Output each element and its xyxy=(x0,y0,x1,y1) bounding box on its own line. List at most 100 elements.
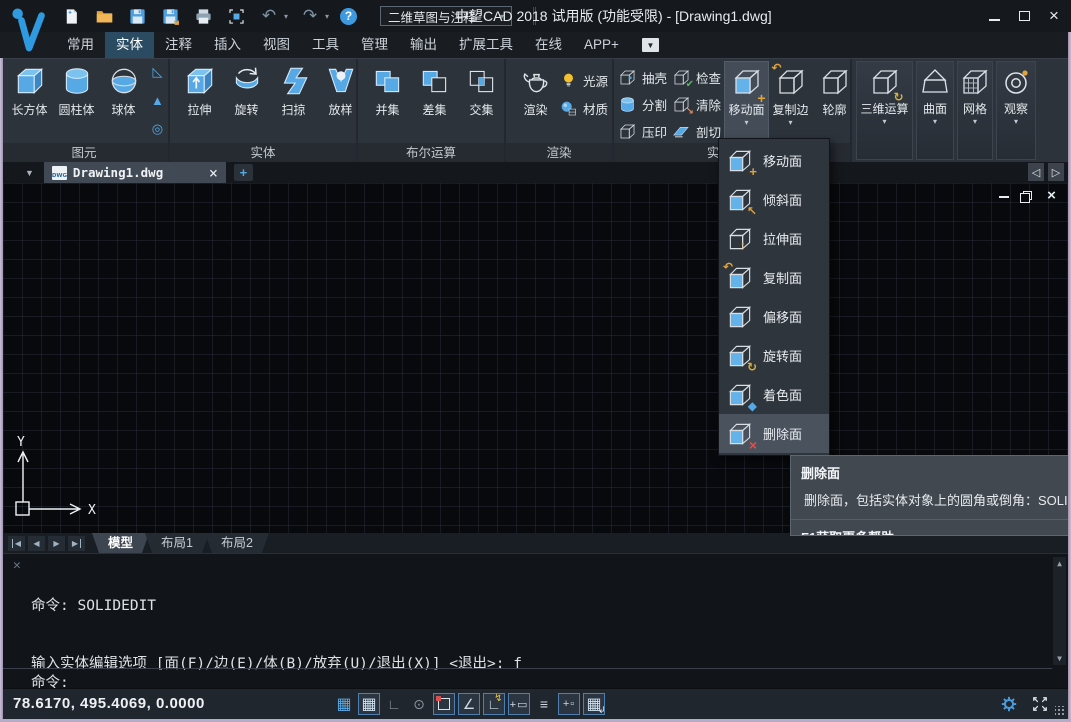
tab-view[interactable]: 视图 xyxy=(252,32,301,58)
move-face-dropdown-icon[interactable]: ▾ xyxy=(744,118,748,127)
clean-button[interactable]: ↘ 清除 xyxy=(672,92,724,116)
drawing-minimize-icon[interactable] xyxy=(997,189,1010,201)
snap-toggle[interactable]: ▦ xyxy=(333,693,355,715)
lineweight-toggle[interactable]: ≡ xyxy=(533,693,555,715)
help-icon[interactable]: ? xyxy=(340,8,357,25)
object-track-toggle[interactable]: ∠ xyxy=(458,693,480,715)
add-selected-toggle[interactable]: +▫ xyxy=(558,693,580,715)
last-layout-icon[interactable]: ▶ xyxy=(68,536,85,551)
sweep-button[interactable]: 扫掠 xyxy=(270,62,317,118)
menu-item-offset-face[interactable]: 偏移面 xyxy=(719,297,829,336)
menu-item-rotate-face[interactable]: ↻ 旋转面 xyxy=(719,336,829,375)
undo-icon[interactable]: ↶ xyxy=(258,5,280,27)
drawing-close-icon[interactable]: × xyxy=(1045,189,1058,201)
menu-item-move-face[interactable]: + 移动面 xyxy=(719,141,829,180)
next-layout-icon[interactable]: ▶ xyxy=(48,536,65,551)
command-line-panel[interactable]: ✕ 命令: SOLIDEDIT 输入实体编辑选项 [面(F)/边(E)/体(B)… xyxy=(3,553,1068,688)
fullscreen-icon[interactable] xyxy=(1030,694,1050,714)
slice-button[interactable]: 剖切 xyxy=(672,119,724,143)
undo-dropdown-icon[interactable]: ▾ xyxy=(284,12,288,21)
tab-insert[interactable]: 插入 xyxy=(203,32,252,58)
union-button[interactable]: 并集 xyxy=(364,62,411,118)
tab-solid[interactable]: 实体 xyxy=(105,32,154,58)
dynamic-ucs-toggle[interactable]: ∟↯ xyxy=(483,693,505,715)
viewport-toggle[interactable]: ▦↲ xyxy=(583,693,605,715)
new-document-button[interactable]: + xyxy=(234,164,253,181)
tab-app-plus[interactable]: APP+ xyxy=(573,32,630,58)
tab-scroll-right-icon[interactable]: ▷ xyxy=(1048,163,1064,181)
menu-item-copy-face[interactable]: ↶ 复制面 xyxy=(719,258,829,297)
command-scrollbar[interactable]: ▲ ▼ xyxy=(1053,557,1066,665)
new-file-icon[interactable] xyxy=(60,5,82,27)
tab-home[interactable]: 常用 xyxy=(56,32,105,58)
cylinder-button[interactable]: 圆柱体 xyxy=(53,62,100,118)
drawing-restore-icon[interactable] xyxy=(1021,189,1034,201)
imprint-button[interactable]: 压印 xyxy=(618,119,670,143)
close-button[interactable]: × xyxy=(1047,9,1061,23)
save-as-icon[interactable] xyxy=(159,5,181,27)
shell-button[interactable]: ▪ 抽壳 xyxy=(618,65,670,89)
app-logo-icon[interactable] xyxy=(10,4,52,59)
menu-item-taper-face[interactable]: ↖ 倾斜面 xyxy=(719,180,829,219)
render-button[interactable]: 渲染 xyxy=(512,62,559,118)
loft-button[interactable]: 放样 xyxy=(317,62,364,118)
move-face-button[interactable]: + 移动面 ▾ xyxy=(725,62,768,144)
menu-item-delete-face[interactable]: × 删除面 xyxy=(719,414,829,453)
tab-model[interactable]: 模型 xyxy=(92,533,149,553)
dynamic-input-toggle[interactable]: +▭ xyxy=(508,693,530,715)
settings-gear-icon[interactable] xyxy=(999,694,1019,714)
tab-online[interactable]: 在线 xyxy=(524,32,573,58)
object-snap-toggle[interactable] xyxy=(433,693,455,715)
surface-panel-button[interactable]: 曲面 ▾ xyxy=(916,61,954,160)
ribbon-options-dropdown-icon[interactable]: ▼ xyxy=(642,38,659,52)
tab-layout1[interactable]: 布局1 xyxy=(145,533,209,553)
document-tab[interactable]: DWG Drawing1.dwg × xyxy=(44,162,226,183)
torus-icon[interactable]: ◎ xyxy=(152,122,163,135)
tab-annotate[interactable]: 注释 xyxy=(154,32,203,58)
first-layout-icon[interactable]: ◀ xyxy=(8,536,25,551)
wedge-icon[interactable]: ◺ xyxy=(152,65,162,78)
subtract-button[interactable]: 差集 xyxy=(411,62,458,118)
separate-button[interactable]: 分割 xyxy=(618,92,670,116)
scroll-down-icon[interactable]: ▼ xyxy=(1057,654,1062,663)
selection-box-icon[interactable] xyxy=(225,5,247,27)
tab-scroll-left-icon[interactable]: ◁ xyxy=(1028,163,1044,181)
minimize-button[interactable] xyxy=(987,9,1001,23)
mesh-panel-button[interactable]: 网格 ▾ xyxy=(957,61,993,160)
tab-express[interactable]: 扩展工具 xyxy=(448,32,524,58)
print-icon[interactable] xyxy=(192,5,214,27)
menu-item-extrude-face[interactable]: ↑ 拉伸面 xyxy=(719,219,829,258)
intersect-button[interactable]: 交集 xyxy=(458,62,505,118)
sphere-button[interactable]: 球体 xyxy=(100,62,147,118)
open-file-icon[interactable] xyxy=(93,5,115,27)
extrude-button[interactable]: 拉伸 xyxy=(176,62,223,118)
copy-edge-button[interactable]: ↶ 复制边 ▾ xyxy=(769,62,812,144)
tab-layout2[interactable]: 布局2 xyxy=(205,533,269,553)
scroll-up-icon[interactable]: ▲ xyxy=(1057,559,1062,568)
surface-dropdown-icon[interactable]: ▾ xyxy=(933,117,937,126)
cone-icon[interactable]: ▲ xyxy=(151,94,164,107)
save-icon[interactable] xyxy=(126,5,148,27)
redo-dropdown-icon[interactable]: ▾ xyxy=(325,12,329,21)
revolve-button[interactable]: 旋转 xyxy=(223,62,270,118)
mesh-dropdown-icon[interactable]: ▾ xyxy=(973,117,977,126)
check-button[interactable]: ✔ 检查 xyxy=(672,65,724,89)
material-button[interactable]: 材质 xyxy=(559,96,608,120)
grid-toggle[interactable]: ▦ xyxy=(358,693,380,715)
op3d-dropdown-icon[interactable]: ▾ xyxy=(882,117,886,126)
light-button[interactable]: 光源 xyxy=(559,68,608,92)
op3d-panel-button[interactable]: ↻ 三维运算 ▾ xyxy=(856,61,913,160)
resize-grip[interactable] xyxy=(1055,706,1065,716)
prev-layout-icon[interactable]: ◀ xyxy=(28,536,45,551)
menu-item-color-face[interactable]: ◆ 着色面 xyxy=(719,375,829,414)
maximize-button[interactable] xyxy=(1017,9,1031,23)
command-panel-close-icon[interactable]: ✕ xyxy=(13,558,21,573)
observe-dropdown-icon[interactable]: ▾ xyxy=(1014,117,1018,126)
profile-button[interactable]: 轮廓 xyxy=(813,62,856,144)
close-document-icon[interactable]: × xyxy=(209,164,218,182)
ortho-toggle[interactable]: ∟ xyxy=(383,693,405,715)
polar-toggle[interactable]: ⊙ xyxy=(408,693,430,715)
copy-edge-dropdown-icon[interactable]: ▾ xyxy=(788,118,792,127)
tab-output[interactable]: 输出 xyxy=(399,32,448,58)
tab-manage[interactable]: 管理 xyxy=(350,32,399,58)
